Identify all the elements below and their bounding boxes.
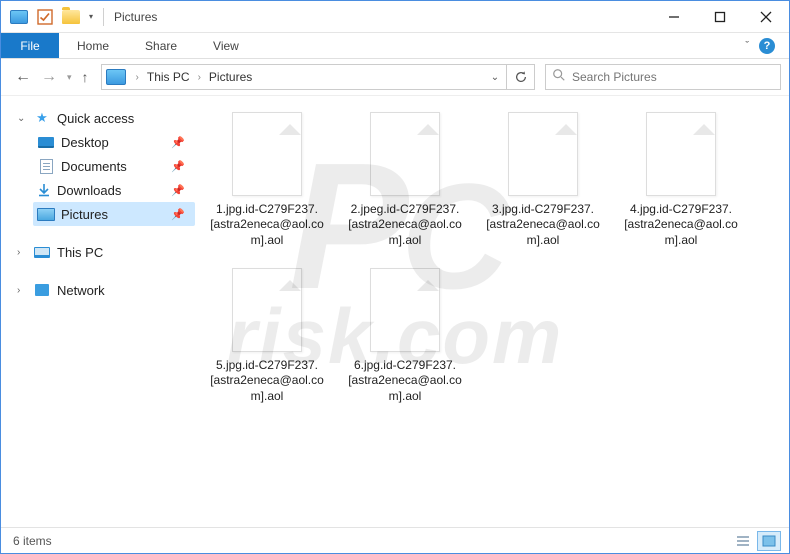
file-name: 4.jpg.id-C279F237.[astra2eneca@aol.com].… [622, 202, 740, 248]
pin-icon: 📌 [171, 208, 185, 221]
minimize-button[interactable] [651, 2, 697, 32]
properties-icon[interactable] [33, 6, 57, 28]
sidebar-item-desktop[interactable]: Desktop 📌 [33, 130, 195, 154]
pin-icon: 📌 [171, 136, 185, 149]
maximize-button[interactable] [697, 2, 743, 32]
file-icon [370, 112, 440, 196]
desktop-icon [37, 137, 55, 148]
close-button[interactable] [743, 2, 789, 32]
file-icon [370, 268, 440, 352]
sidebar-item-this-pc[interactable]: › This PC [13, 240, 195, 264]
file-item[interactable]: 2.jpeg.id-C279F237.[astra2eneca@aol.com]… [349, 112, 461, 248]
sidebar-item-label: Pictures [61, 207, 108, 222]
chevron-right-icon[interactable]: › [192, 72, 207, 83]
ribbon-tabs: File Home Share View ˇ ? [1, 33, 789, 59]
location-icon [106, 69, 126, 85]
sidebar-item-label: Desktop [61, 135, 109, 150]
tab-home[interactable]: Home [59, 33, 127, 58]
sidebar-item-network[interactable]: › Network [13, 278, 195, 302]
large-icons-view-button[interactable] [757, 531, 781, 551]
sidebar-item-label: Documents [61, 159, 127, 174]
file-item[interactable]: 6.jpg.id-C279F237.[astra2eneca@aol.com].… [349, 268, 461, 404]
sidebar-item-label: Downloads [57, 183, 121, 198]
up-button[interactable]: ↑ [82, 69, 89, 85]
title-bar: ▾ Pictures [1, 1, 789, 33]
content-area[interactable]: 1.jpg.id-C279F237.[astra2eneca@aol.com].… [201, 96, 789, 527]
file-item[interactable]: 1.jpg.id-C279F237.[astra2eneca@aol.com].… [211, 112, 323, 248]
sidebar-item-downloads[interactable]: Downloads 📌 [33, 178, 195, 202]
explorer-window: ▾ Pictures File Home Share View ˇ ? ← → … [0, 0, 790, 554]
refresh-button[interactable] [506, 65, 534, 89]
this-pc-icon [33, 247, 51, 258]
item-count: 6 items [9, 534, 52, 548]
search-box[interactable] [545, 64, 781, 90]
window-title: Pictures [110, 10, 651, 24]
pin-icon: 📌 [171, 184, 185, 197]
file-name: 6.jpg.id-C279F237.[astra2eneca@aol.com].… [346, 358, 464, 404]
help-icon[interactable]: ? [759, 38, 775, 54]
file-icon [232, 112, 302, 196]
file-icon [646, 112, 716, 196]
file-name: 3.jpg.id-C279F237.[astra2eneca@aol.com].… [484, 202, 602, 248]
back-button[interactable]: ← [15, 68, 31, 86]
breadcrumb-thispc[interactable]: This PC [145, 70, 192, 84]
app-icon[interactable] [7, 6, 31, 28]
navigation-pane: ⌄ ★ Quick access Desktop 📌 Documents 📌 [1, 96, 201, 527]
customize-qat-dropdown-icon[interactable]: ▾ [85, 12, 97, 21]
recent-locations-dropdown-icon[interactable]: ▾ [67, 72, 72, 83]
chevron-right-icon[interactable]: › [130, 72, 145, 83]
file-icon [232, 268, 302, 352]
pin-icon: 📌 [171, 160, 185, 173]
sidebar-item-documents[interactable]: Documents 📌 [33, 154, 195, 178]
file-item[interactable]: 3.jpg.id-C279F237.[astra2eneca@aol.com].… [487, 112, 599, 248]
file-tab[interactable]: File [1, 33, 59, 58]
sidebar-item-label: Network [57, 283, 105, 298]
file-name: 2.jpeg.id-C279F237.[astra2eneca@aol.com]… [346, 202, 464, 248]
sidebar-item-pictures[interactable]: Pictures 📌 [33, 202, 195, 226]
ribbon-expand-icon[interactable]: ˇ [745, 40, 749, 52]
star-icon: ★ [33, 110, 51, 126]
tab-share[interactable]: Share [127, 33, 195, 58]
sidebar-item-label: This PC [57, 245, 103, 260]
chevron-down-icon[interactable]: ⌄ [17, 113, 27, 124]
status-bar: 6 items [1, 527, 789, 553]
tab-view[interactable]: View [195, 33, 257, 58]
quick-access-toolbar: ▾ [1, 6, 97, 28]
address-history-dropdown-icon[interactable]: ⌄ [484, 72, 506, 83]
file-item[interactable]: 4.jpg.id-C279F237.[astra2eneca@aol.com].… [625, 112, 737, 248]
nav-toolbar: ← → ▾ ↑ › This PC › Pictures ⌄ [1, 59, 789, 95]
search-icon [546, 68, 572, 87]
sidebar-item-quick-access[interactable]: ⌄ ★ Quick access [13, 106, 195, 130]
file-name: 5.jpg.id-C279F237.[astra2eneca@aol.com].… [208, 358, 326, 404]
document-icon [37, 159, 55, 174]
breadcrumb-pictures[interactable]: Pictures [207, 70, 254, 84]
chevron-right-icon[interactable]: › [17, 285, 27, 296]
forward-button[interactable]: → [41, 68, 57, 86]
chevron-right-icon[interactable]: › [17, 247, 27, 258]
file-icon [508, 112, 578, 196]
pictures-icon [37, 208, 55, 221]
download-icon [37, 183, 51, 197]
search-input[interactable] [572, 70, 780, 84]
file-name: 1.jpg.id-C279F237.[astra2eneca@aol.com].… [208, 202, 326, 248]
sidebar-item-label: Quick access [57, 111, 134, 126]
details-view-button[interactable] [731, 531, 755, 551]
address-bar[interactable]: › This PC › Pictures ⌄ [101, 64, 535, 90]
network-icon [33, 284, 51, 296]
divider [103, 8, 104, 26]
new-folder-icon[interactable] [59, 6, 83, 28]
file-item[interactable]: 5.jpg.id-C279F237.[astra2eneca@aol.com].… [211, 268, 323, 404]
